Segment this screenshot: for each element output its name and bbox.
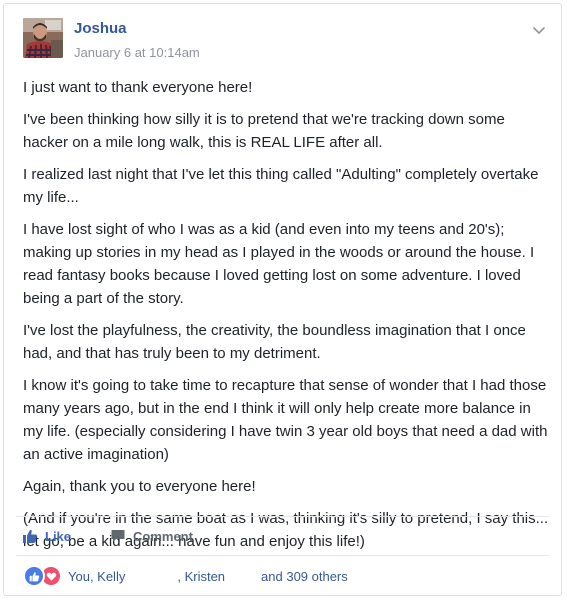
post-actions: Like Comment — [16, 520, 549, 552]
post-paragraph: I know it's going to take time to recapt… — [23, 377, 548, 463]
post-timestamp[interactable]: January 6 at 10:14am — [74, 45, 200, 60]
post-paragraph: I have lost sight of who I was as a kid … — [23, 221, 535, 307]
post-paragraph: Again, thank you to everyone here! — [23, 478, 256, 495]
post-header: Joshua January 6 at 10:14am — [4, 4, 561, 66]
post-paragraph: I've been thinking how silly it is to pr… — [23, 111, 505, 151]
reaction-others-link[interactable]: and 309 others — [261, 569, 348, 584]
post-paragraph: I've lost the playfulness, the creativit… — [23, 322, 526, 362]
author-avatar[interactable] — [23, 18, 63, 58]
chevron-down-icon[interactable] — [531, 22, 547, 38]
post-card: Joshua January 6 at 10:14am I just want … — [3, 3, 562, 596]
avatar-photo — [23, 18, 63, 58]
speech-bubble-icon — [111, 530, 125, 542]
author-name[interactable]: Joshua — [74, 20, 127, 37]
reaction-name[interactable]: , Kristen — [177, 569, 225, 584]
thumbs-up-icon — [23, 529, 37, 543]
comment-button[interactable]: Comment — [110, 520, 193, 552]
like-button[interactable]: Like — [22, 520, 71, 552]
reactions-divider — [16, 555, 549, 556]
reaction-icons[interactable] — [23, 565, 62, 587]
post-paragraph: I just want to thank everyone here! — [23, 79, 253, 96]
post-paragraph: I realized last night that I've let this… — [23, 166, 539, 206]
actions-divider — [16, 516, 549, 517]
post-text: I just want to thank everyone here! I've… — [23, 76, 551, 562]
comment-label: Comment — [133, 528, 193, 544]
reactions-summary: You, Kelly , Kristen and 309 others — [23, 560, 549, 592]
like-label: Like — [45, 528, 72, 544]
reaction-name[interactable]: You, Kelly — [68, 569, 125, 584]
like-reaction-icon — [23, 565, 45, 587]
